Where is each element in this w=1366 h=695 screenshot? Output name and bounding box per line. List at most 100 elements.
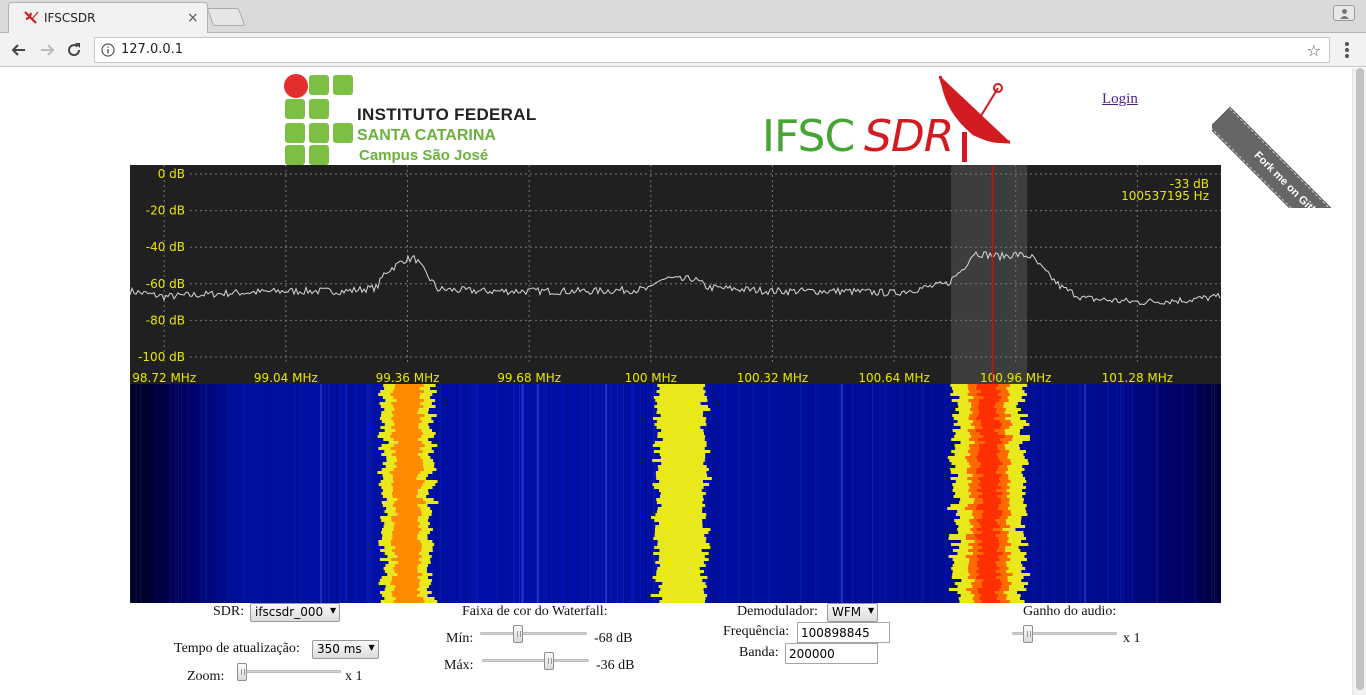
waterfall-noise-line bbox=[597, 384, 599, 603]
sdr-select[interactable]: ifscsdr_000 bbox=[250, 603, 341, 622]
waterfall-noise-line bbox=[1112, 384, 1114, 603]
waterfall-noise-line bbox=[130, 384, 132, 603]
info-icon[interactable] bbox=[101, 43, 115, 57]
waterfall-noise-line bbox=[1102, 384, 1104, 603]
waterfall-noise-line bbox=[904, 384, 906, 603]
page-scrollbar[interactable] bbox=[1352, 68, 1366, 695]
bandwidth-input[interactable] bbox=[785, 643, 878, 664]
waterfall-noise-line bbox=[928, 384, 930, 603]
forward-arrow-icon[interactable] bbox=[37, 40, 57, 60]
waterfall-noise-line bbox=[877, 384, 879, 603]
waterfall-noise-line bbox=[497, 384, 499, 603]
waterfall-noise-line bbox=[557, 384, 559, 603]
waterfall-min-slider[interactable] bbox=[480, 625, 587, 643]
waterfall-noise-line bbox=[367, 384, 369, 603]
x-tick-label: 99.68 MHz bbox=[497, 371, 561, 384]
waterfall-noise-line bbox=[555, 384, 557, 603]
waterfall-noise-line bbox=[181, 384, 183, 603]
ifsc-logo-line3: Campus São José bbox=[359, 147, 489, 164]
waterfall-max-slider[interactable] bbox=[482, 652, 589, 670]
waterfall-noise-line bbox=[941, 384, 943, 603]
waterfall-max-slider-thumb[interactable] bbox=[544, 652, 555, 670]
demodulator-select[interactable]: WFM bbox=[827, 603, 879, 622]
waterfall-noise-line bbox=[242, 384, 244, 603]
waterfall-noise-line bbox=[513, 384, 515, 603]
waterfall-noise-line bbox=[519, 384, 520, 603]
waterfall-noise-line bbox=[848, 384, 849, 603]
browser-tabstrip: IFSCSDR × bbox=[0, 0, 1366, 33]
waterfall-min-value: -68 dB bbox=[594, 631, 633, 646]
waterfall-noise-line bbox=[460, 384, 462, 603]
new-tab-button[interactable] bbox=[206, 8, 246, 26]
waterfall-noise-line bbox=[322, 384, 324, 603]
browser-tab[interactable]: IFSCSDR × bbox=[8, 2, 208, 33]
frequency-input[interactable] bbox=[797, 622, 890, 643]
waterfall-noise-line bbox=[452, 384, 454, 603]
waterfall-noise-line bbox=[350, 384, 352, 603]
waterfall-display[interactable] bbox=[130, 384, 1221, 603]
waterfall-noise-line bbox=[1120, 384, 1122, 603]
waterfall-noise-line bbox=[368, 384, 370, 603]
x-tick-label: 100.96 MHz bbox=[980, 371, 1051, 384]
spectrum-plot[interactable]: 0 dB -20 dB -40 dB -60 dB -80 dB -100 dB 98.7… bbox=[130, 165, 1221, 384]
waterfall-noise-line bbox=[912, 384, 914, 603]
waterfall-noise-line bbox=[495, 384, 497, 603]
waterfall-noise-line bbox=[1057, 384, 1059, 603]
zoom-slider-thumb[interactable] bbox=[237, 663, 247, 681]
audio-gain-slider[interactable] bbox=[1012, 625, 1117, 643]
waterfall-noise-line bbox=[595, 384, 597, 603]
scrollbar-thumb[interactable] bbox=[1356, 68, 1364, 690]
waterfall-noise-line bbox=[1096, 384, 1098, 603]
waterfall-noise-line bbox=[1122, 384, 1124, 603]
url-text: 127.0.0.1 bbox=[121, 42, 184, 57]
waterfall-noise-line bbox=[872, 384, 874, 603]
waterfall-noise-line bbox=[639, 384, 641, 603]
update-interval-select[interactable]: 350 ms bbox=[312, 640, 379, 659]
waterfall-noise-line bbox=[852, 384, 854, 603]
browser-menu-button[interactable] bbox=[1340, 40, 1354, 60]
tab-close-icon[interactable]: × bbox=[187, 10, 199, 26]
waterfall-noise-line bbox=[226, 384, 228, 603]
back-arrow-icon[interactable] bbox=[9, 40, 29, 60]
waterfall-noise-line bbox=[380, 384, 382, 603]
bookmark-star-icon[interactable]: ☆ bbox=[1307, 41, 1321, 60]
waterfall-noise-line bbox=[1196, 384, 1198, 603]
waterfall-noise-line bbox=[866, 384, 867, 603]
waterfall-noise-line bbox=[1166, 384, 1168, 603]
waterfall-noise-line bbox=[1156, 384, 1158, 603]
waterfall-noise-line bbox=[370, 384, 371, 603]
waterfall-noise-line bbox=[500, 384, 502, 603]
waterfall-noise-line bbox=[1213, 384, 1215, 603]
waterfall-noise-line bbox=[215, 384, 217, 603]
audio-gain-label: Ganho do audio: bbox=[1023, 604, 1117, 619]
waterfall-noise-line bbox=[713, 384, 715, 603]
waterfall-noise-line bbox=[1053, 384, 1055, 603]
waterfall-noise-line bbox=[295, 384, 297, 603]
waterfall-station-band bbox=[947, 384, 1031, 603]
waterfall-min-slider-thumb[interactable] bbox=[512, 625, 523, 643]
github-ribbon-label: Fork me on GitHub bbox=[1251, 149, 1331, 208]
waterfall-noise-line bbox=[738, 384, 740, 603]
waterfall-noise-line bbox=[876, 384, 878, 603]
waterfall-noise-line bbox=[1045, 384, 1047, 603]
waterfall-noise-line bbox=[530, 384, 532, 603]
address-bar[interactable]: 127.0.0.1 ☆ bbox=[94, 37, 1330, 63]
reload-icon[interactable] bbox=[64, 40, 84, 60]
waterfall-noise-line bbox=[336, 384, 338, 603]
zoom-slider[interactable] bbox=[237, 663, 341, 681]
waterfall-max-value: -36 dB bbox=[596, 658, 635, 673]
waterfall-noise-line bbox=[879, 384, 881, 603]
login-link[interactable]: Login bbox=[1102, 91, 1138, 108]
waterfall-noise-line bbox=[296, 384, 298, 603]
waterfall-noise-line bbox=[1042, 384, 1044, 603]
waterfall-noise-line bbox=[140, 384, 142, 603]
waterfall-max-label: Máx: bbox=[444, 658, 474, 673]
waterfall-noise-line bbox=[545, 384, 547, 603]
waterfall-noise-line bbox=[155, 384, 157, 603]
waterfall-noise-line bbox=[442, 384, 444, 603]
profile-button[interactable] bbox=[1333, 5, 1355, 21]
github-ribbon[interactable]: Fork me on GitHub bbox=[1212, 68, 1352, 208]
audio-gain-slider-thumb[interactable] bbox=[1023, 625, 1034, 643]
waterfall-noise-line bbox=[1210, 384, 1212, 603]
waterfall-noise-line bbox=[1193, 384, 1195, 603]
